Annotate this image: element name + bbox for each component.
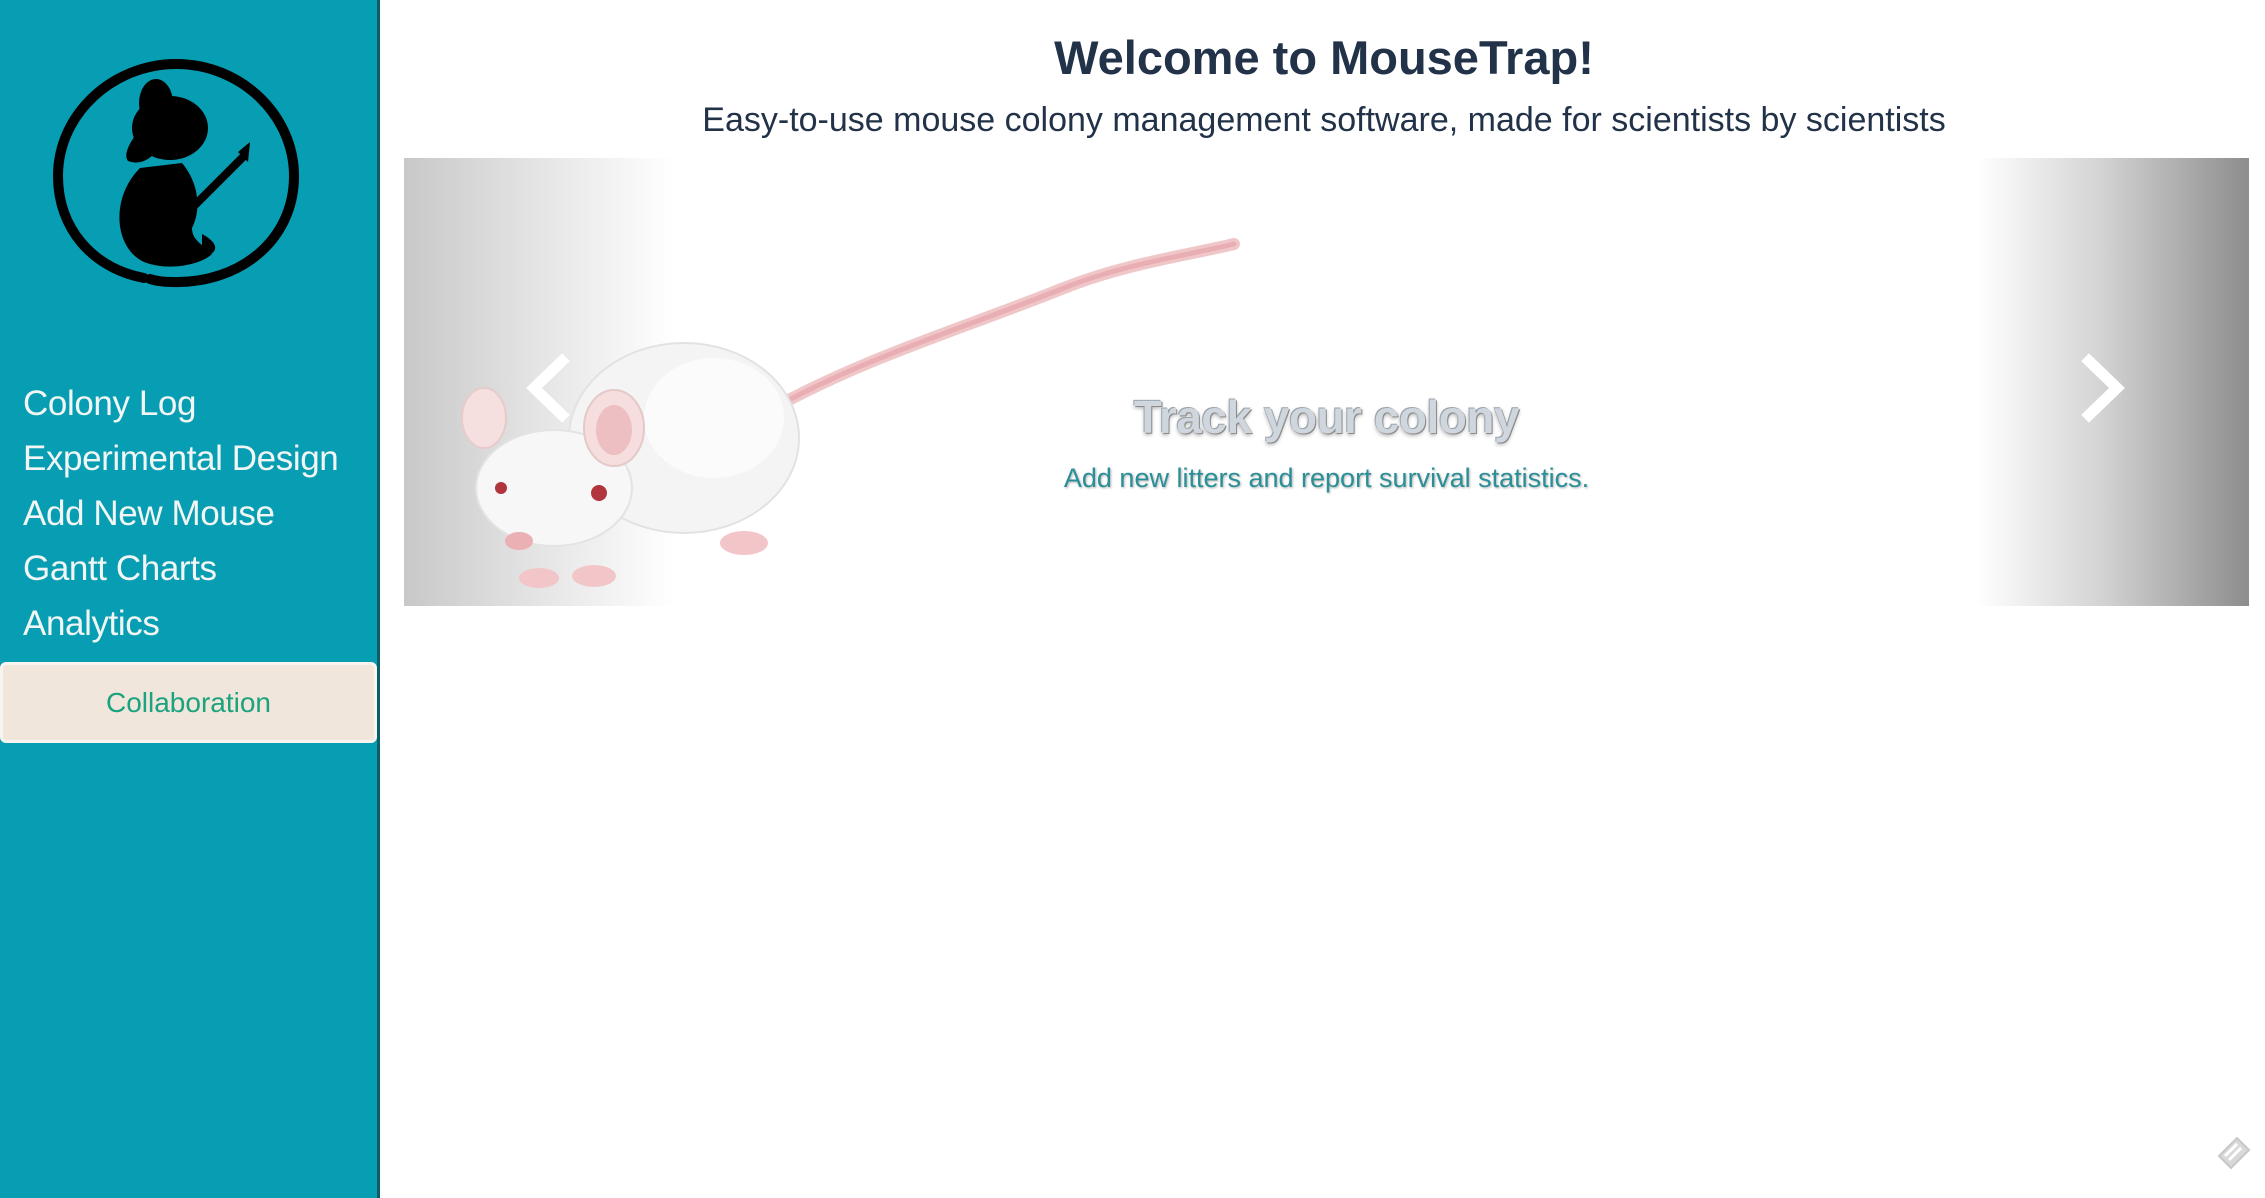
sidebar-item-collaboration[interactable]: Collaboration — [0, 662, 377, 743]
main-content: Welcome to MouseTrap! Easy-to-use mouse … — [383, 0, 2265, 1198]
edit-pencil-icon[interactable] — [2211, 1128, 2259, 1176]
sidebar-item-add-new-mouse[interactable]: Add New Mouse — [23, 486, 338, 541]
sidebar: Colony Log Experimental Design Add New M… — [0, 0, 380, 1198]
carousel-caption-text: Add new litters and report survival stat… — [1063, 463, 1590, 493]
app-window: Colony Log Experimental Design Add New M… — [0, 0, 2265, 1198]
sidebar-item-experimental-design[interactable]: Experimental Design — [23, 431, 339, 486]
page-subtitle: Easy-to-use mouse colony management soft… — [702, 101, 1946, 139]
page-title: Welcome to MouseTrap! — [1054, 31, 1594, 84]
image-carousel[interactable]: Track your colony Add new litters and re… — [404, 158, 2249, 606]
sidebar-nav: Colony Log Experimental Design Add New M… — [23, 376, 339, 651]
carousel-caption-title: Track your colony — [1133, 391, 1520, 443]
sidebar-item-colony-log[interactable]: Colony Log — [23, 376, 338, 431]
sidebar-item-analytics[interactable]: Analytics — [23, 596, 338, 651]
sidebar-item-gantt-charts[interactable]: Gantt Charts — [23, 541, 338, 596]
mouse-logo-icon[interactable] — [52, 58, 300, 288]
